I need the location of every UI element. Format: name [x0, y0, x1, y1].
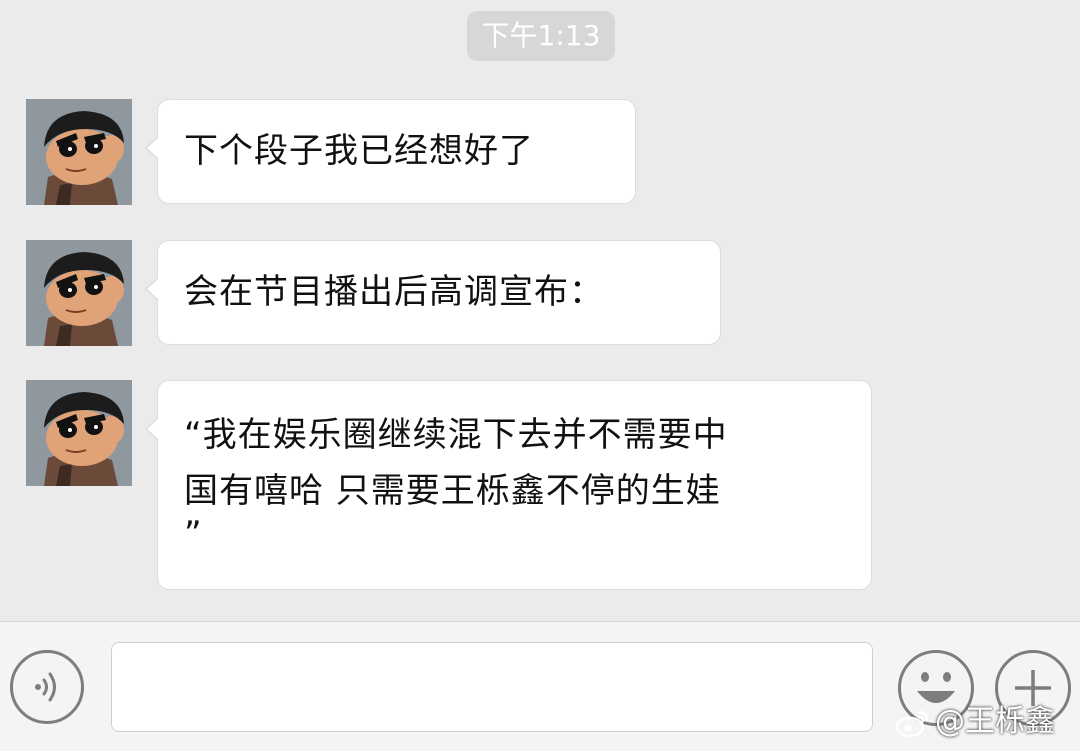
message-timestamp: 下午1:13	[467, 11, 615, 61]
message-bubble[interactable]: 下个段子我已经想好了	[145, 99, 636, 204]
message-text: 会在节目播出后高调宣布：	[184, 272, 604, 312]
weibo-logo-icon	[895, 710, 929, 737]
message-bubble[interactable]: “我在娱乐圈继续混下去并不需要中 国有嘻哈 只需要王栎鑫不停的生娃 ”	[145, 380, 872, 590]
message-text: 下个段子我已经想好了	[184, 131, 534, 171]
cartoon-avatar-icon	[26, 380, 132, 486]
voice-icon	[35, 672, 56, 702]
watermark-text: @王栎鑫	[935, 704, 1055, 739]
cartoon-avatar-icon	[26, 99, 132, 205]
chat-area: 下午1:13 下个段子我已经想好了 会在节目播出后高调宣布： “我在娱乐圈继续混…	[0, 0, 1080, 621]
message-bubble[interactable]: 会在节目播出后高调宣布：	[145, 240, 721, 345]
sender-avatar[interactable]	[26, 380, 132, 486]
sender-avatar[interactable]	[26, 240, 132, 346]
message-text-line: 国有嘻哈 只需要王栎鑫不停的生娃	[184, 471, 721, 511]
sender-avatar[interactable]	[26, 99, 132, 205]
message-text-line: “我在娱乐圈继续混下去并不需要中	[184, 415, 728, 455]
cartoon-avatar-icon	[26, 240, 132, 346]
weibo-watermark: @王栎鑫	[895, 700, 1055, 744]
message-text-line: ”	[184, 514, 203, 554]
message-input[interactable]	[111, 642, 873, 732]
voice-button[interactable]	[10, 650, 84, 724]
